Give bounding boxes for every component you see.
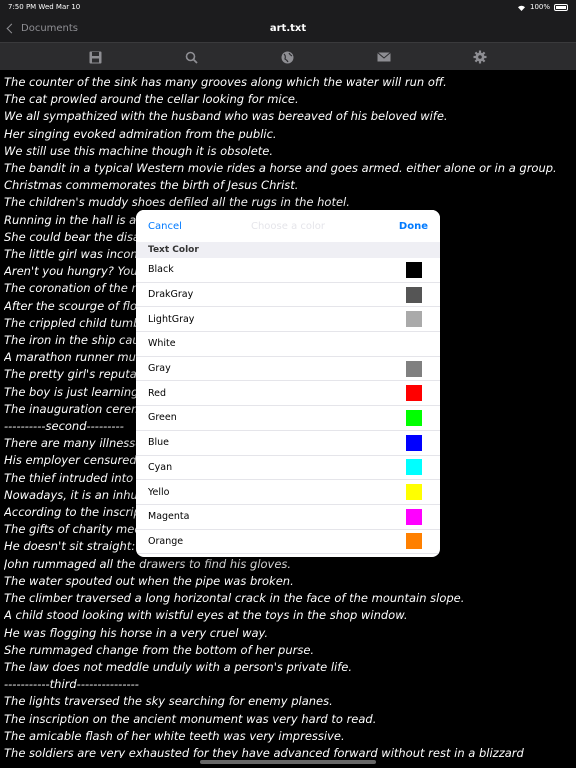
status-bar: 7:50 PM Wed Mar 10 100% — [0, 0, 576, 14]
color-option-lightgray[interactable]: LightGray — [136, 307, 440, 333]
color-swatch — [406, 409, 422, 426]
color-option-label: Gray — [148, 363, 171, 375]
done-button[interactable]: Done — [399, 221, 428, 232]
color-option-label: Red — [148, 387, 167, 399]
document-line: The soldiers are very exhausted for they… — [4, 745, 524, 758]
document-line: She rummaged change from the bottom of h… — [4, 642, 315, 657]
navigation-bar: Documents art.txt — [0, 14, 576, 42]
color-option-orange[interactable]: Orange — [136, 530, 440, 555]
color-swatch — [406, 533, 422, 550]
document-line: The inscription on the ancient monument … — [4, 711, 377, 726]
document-line: The amicable flash of her white teeth wa… — [4, 728, 345, 743]
color-swatch — [406, 261, 422, 278]
color-option-cyan[interactable]: Cyan — [136, 456, 440, 481]
battery-percent: 100% — [529, 3, 550, 11]
color-option-red[interactable]: Red — [136, 381, 440, 407]
color-option-label: Cyan — [148, 461, 173, 473]
color-option-white[interactable]: White — [136, 332, 440, 357]
color-swatch — [406, 360, 422, 377]
color-option-label: Magenta — [148, 511, 190, 523]
document-line: The water spouted out when the pipe was … — [4, 573, 294, 588]
battery-icon — [554, 3, 568, 11]
document-line: The climber traversed a long horizontal … — [4, 591, 465, 606]
color-option-label: Green — [148, 412, 177, 424]
document-line: The lights traversed the sky searching f… — [4, 694, 333, 709]
document-line: We all sympathized with the husband who … — [4, 109, 448, 124]
color-option-blue[interactable]: Blue — [136, 431, 440, 456]
mail-icon[interactable] — [377, 50, 391, 64]
color-swatch — [406, 286, 422, 303]
cancel-button[interactable]: Cancel — [148, 221, 182, 232]
color-swatch — [406, 484, 422, 501]
page-title: art.txt — [269, 22, 307, 34]
color-option-label: Orange — [148, 535, 184, 547]
globe-icon[interactable] — [280, 50, 294, 64]
color-option-yello[interactable]: Yello — [136, 480, 440, 505]
document-line: The counter of the sink has many grooves… — [4, 75, 447, 89]
gear-icon[interactable] — [473, 50, 487, 64]
wifi-icon — [517, 5, 525, 11]
color-swatch — [406, 385, 422, 402]
color-swatch — [406, 335, 422, 352]
color-swatch — [406, 459, 422, 476]
popover-header: Choose a color Cancel Done — [136, 210, 440, 242]
color-swatch — [406, 508, 422, 525]
color-option-label: Yello — [148, 486, 170, 498]
color-swatch — [406, 434, 422, 451]
section-header-text-color: Text Color — [136, 242, 440, 258]
status-right: 100% — [517, 3, 568, 11]
color-option-gray[interactable]: Gray — [136, 357, 440, 382]
save-icon[interactable] — [88, 50, 102, 64]
document-line: The cat prowled around the cellar lookin… — [4, 92, 299, 107]
color-option-drakgray[interactable]: DrakGray — [136, 283, 440, 308]
document-line: He was flogging his horse in a very crue… — [4, 625, 269, 640]
document-line: John rummaged all the drawers to find hi… — [4, 556, 292, 571]
document-line: Her singing evoked admiration from the p… — [4, 126, 277, 141]
color-option-label: DrakGray — [148, 289, 194, 301]
document-line: We still use this machine though it is o… — [4, 143, 274, 158]
document-line: The bandit in a typical Western movie ri… — [4, 161, 557, 176]
color-option-label: Black — [148, 264, 174, 276]
toolbar — [0, 42, 576, 70]
color-option-label: Blue — [148, 437, 170, 449]
search-icon[interactable] — [184, 50, 198, 64]
home-indicator — [200, 760, 376, 764]
document-line: Christmas commemorates the birth of Jesu… — [4, 178, 299, 193]
color-picker-popover: Choose a color Cancel Done Text Color Bl… — [136, 210, 440, 557]
document-line: -----------third--------------- — [4, 677, 139, 692]
color-option-black[interactable]: Black — [136, 258, 440, 283]
document-line: A child stood looking with wistful eyes … — [4, 608, 408, 623]
color-option-label: White — [148, 338, 176, 350]
document-line: The law does not meddle unduly with a pe… — [4, 659, 352, 674]
color-option-magenta[interactable]: Magenta — [136, 505, 440, 530]
status-time: 7:50 PM Wed Mar 10 — [8, 3, 81, 11]
color-option-green[interactable]: Green — [136, 406, 440, 431]
color-list: Black DrakGray LightGray White Gray Red Green B… — [136, 258, 440, 555]
color-option-label: LightGray — [148, 313, 195, 325]
color-swatch — [406, 311, 422, 328]
